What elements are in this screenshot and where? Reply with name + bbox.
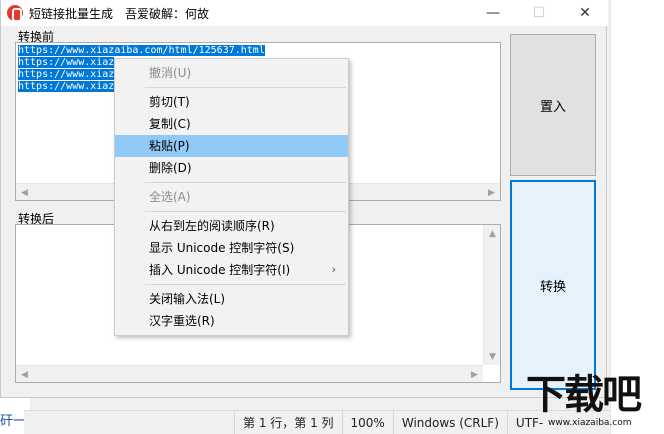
title-bar[interactable]: 短链接批量生成 吾爱破解：何故 — ☐ ✕	[1, 0, 608, 26]
scroll-left-icon[interactable]: ◀	[16, 366, 33, 382]
context-menu: 撤消(U) 剪切(T) 复制(C) 粘贴(P) 删除(D) 全选(A) 从右到左…	[114, 58, 349, 336]
scroll-right-icon[interactable]: ▶	[483, 184, 500, 200]
menu-item-label: 插入 Unicode 控制字符(I)	[149, 263, 291, 277]
status-position: 第 1 行，第 1 列	[234, 410, 342, 434]
status-zoom: 100%	[341, 410, 393, 434]
scroll-right-icon[interactable]: ▶	[466, 366, 483, 382]
scroll-left-icon[interactable]: ◀	[16, 184, 33, 200]
menu-item-rtl-reading[interactable]: 从右到左的阅读顺序(R)	[115, 215, 348, 237]
submenu-arrow-icon: ›	[331, 263, 336, 276]
menu-separator	[145, 211, 346, 212]
menu-item-cut[interactable]: 剪切(T)	[115, 91, 348, 113]
menu-separator	[145, 182, 346, 183]
menu-item-copy[interactable]: 复制(C)	[115, 113, 348, 135]
close-button[interactable]: ✕	[562, 0, 608, 26]
app-logo-icon	[7, 5, 23, 22]
convert-button[interactable]: 转换	[510, 180, 596, 390]
import-button[interactable]: 置入	[510, 34, 596, 176]
status-bar: 第 1 行，第 1 列 100% Windows (CRLF) UTF-	[24, 410, 610, 434]
menu-item-close-ime[interactable]: 关闭输入法(L)	[115, 288, 348, 310]
after-vertical-scrollbar[interactable]: ▲ ▼	[483, 225, 500, 365]
after-horizontal-scrollbar[interactable]: ◀ ▶	[16, 365, 483, 382]
menu-item-undo[interactable]: 撤消(U)	[115, 62, 348, 84]
menu-item-insert-unicode[interactable]: 插入 Unicode 控制字符(I) ›	[115, 259, 348, 281]
maximize-button[interactable]: ☐	[516, 0, 562, 26]
menu-item-paste[interactable]: 粘贴(P)	[115, 135, 348, 157]
background-window	[610, 0, 664, 434]
menu-item-reconversion[interactable]: 汉字重选(R)	[115, 310, 348, 332]
status-line-ending: Windows (CRLF)	[392, 410, 507, 434]
watermark-url: www.xiazaiba.com	[548, 418, 632, 428]
menu-separator	[145, 284, 346, 285]
background-left-text: 矸一	[0, 414, 27, 429]
scroll-up-icon[interactable]: ▲	[484, 225, 500, 242]
menu-item-show-unicode[interactable]: 显示 Unicode 控制字符(S)	[115, 237, 348, 259]
minimize-button[interactable]: —	[470, 0, 516, 26]
menu-item-select-all[interactable]: 全选(A)	[115, 186, 348, 208]
watermark-logo: 下载吧	[526, 372, 642, 418]
watermark: 下载吧 www.xiazaiba.com	[526, 372, 664, 434]
text-line: https://www.xiazaiba.com/html/125637.htm…	[18, 45, 265, 56]
scroll-down-icon[interactable]: ▼	[484, 348, 500, 365]
menu-separator	[145, 87, 346, 88]
window-title: 短链接批量生成 吾爱破解：何故	[29, 6, 210, 21]
menu-item-delete[interactable]: 删除(D)	[115, 157, 348, 179]
